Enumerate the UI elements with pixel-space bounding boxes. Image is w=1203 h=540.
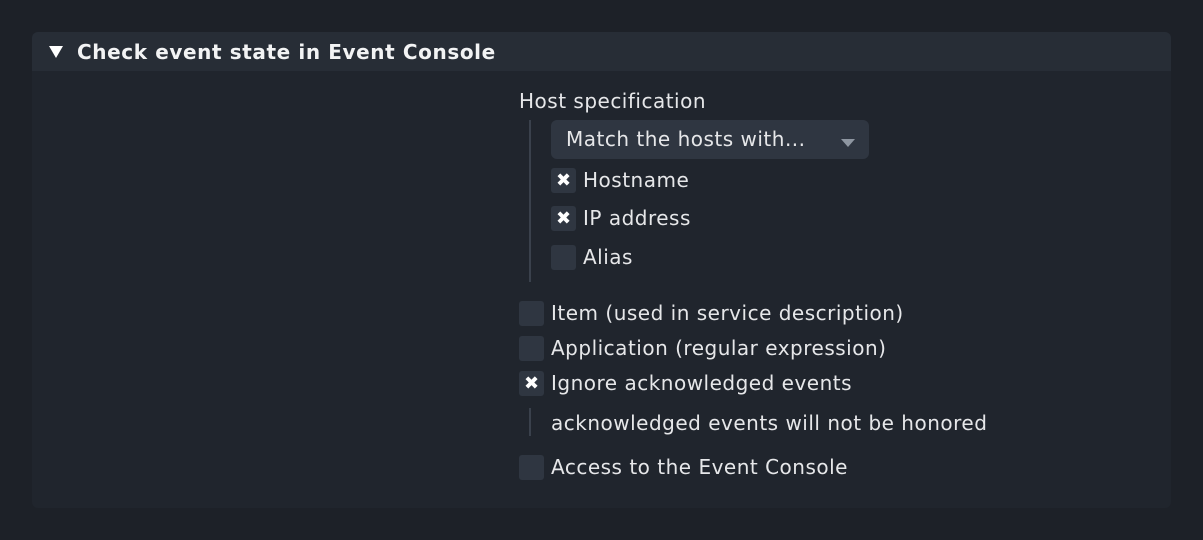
application-checkbox[interactable] (519, 336, 544, 361)
check-mark-icon: ✖ (555, 208, 572, 229)
section-header[interactable]: Check event state in Event Console (32, 32, 1171, 71)
ruleset-panel: Check event state in Event Console Host … (32, 32, 1171, 508)
application-label: Application (regular expression) (551, 336, 887, 360)
item-label: Item (used in service description) (551, 301, 904, 325)
host-match-select[interactable]: Match the hosts with... (551, 120, 869, 159)
hostname-checkbox[interactable]: ✖ (551, 168, 576, 193)
section-title: Check event state in Event Console (77, 40, 496, 64)
dropdown-arrow-icon (841, 139, 855, 147)
ignore-acknowledged-label: Ignore acknowledged events (551, 371, 853, 395)
host-specification-label: Host specification (519, 89, 707, 113)
host-spec-indent-line (529, 120, 531, 282)
hostname-label: Hostname (583, 168, 690, 192)
triangle-down-icon[interactable] (49, 46, 63, 58)
ack-indent-line (529, 408, 531, 436)
ip-address-label: IP address (583, 206, 691, 230)
access-event-console-label: Access to the Event Console (551, 455, 848, 479)
check-mark-icon: ✖ (555, 170, 572, 191)
ignore-acknowledged-checkbox[interactable]: ✖ (519, 371, 544, 396)
alias-checkbox[interactable] (551, 245, 576, 270)
access-event-console-checkbox[interactable] (519, 455, 544, 480)
item-checkbox[interactable] (519, 301, 544, 326)
alias-label: Alias (583, 245, 633, 269)
ip-address-checkbox[interactable]: ✖ (551, 206, 576, 231)
acknowledged-note: acknowledged events will not be honored (551, 411, 988, 435)
host-match-select-value: Match the hosts with... (566, 127, 806, 151)
check-mark-icon: ✖ (523, 373, 540, 394)
